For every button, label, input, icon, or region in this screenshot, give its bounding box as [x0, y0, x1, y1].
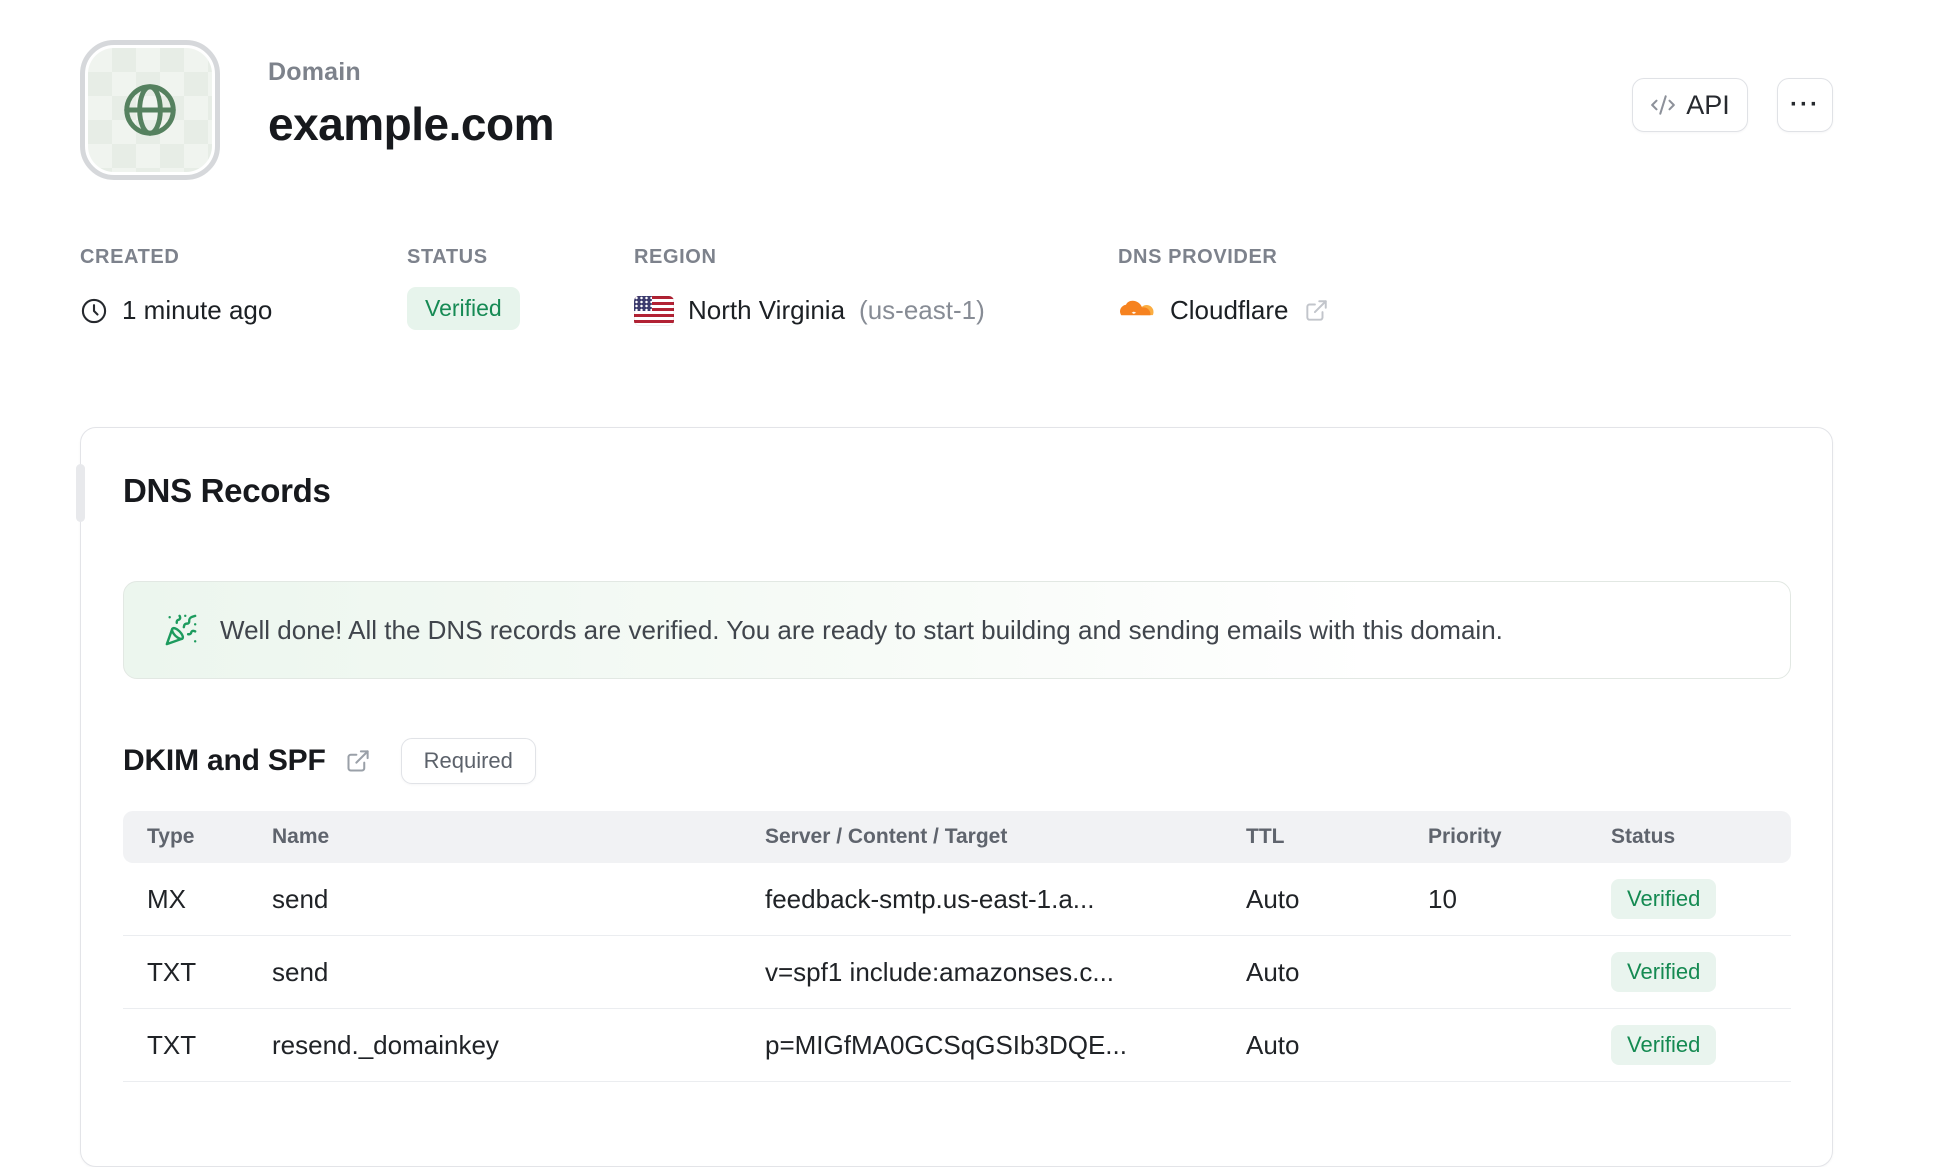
- table-row: TXT send v=spf1 include:amazonses.c... A…: [123, 936, 1791, 1009]
- record-name: resend._domainkey: [272, 1029, 499, 1060]
- avatar-checker-background: [88, 48, 212, 172]
- record-status-badge: Verified: [1611, 952, 1717, 992]
- domain-avatar: [80, 40, 220, 180]
- record-name: send: [272, 883, 329, 914]
- party-popper-icon: [164, 613, 198, 647]
- column-header-name: Name: [272, 825, 330, 848]
- column-header-type: Type: [147, 825, 195, 848]
- domain-meta-row: CREATED 1 minute ago STATUS Verified REG…: [80, 246, 1329, 330]
- column-header-content: Server / Content / Target: [765, 825, 1008, 848]
- external-link-icon[interactable]: [1303, 298, 1329, 324]
- region-name: North Virginia: [688, 295, 846, 325]
- created-label: CREATED: [80, 246, 180, 268]
- required-badge: Required: [400, 738, 536, 784]
- success-banner: Well done! All the DNS records are verif…: [123, 581, 1791, 679]
- table-header-row: Type Name Server / Content / Target TTL …: [123, 811, 1791, 863]
- dkim-spf-title: DKIM and SPF: [123, 744, 326, 777]
- record-type: TXT: [147, 956, 197, 987]
- card-accent-tab: [76, 464, 85, 522]
- meta-region: REGION North Virginia (us-east-1): [634, 246, 1118, 330]
- region-code: (us-east-1): [859, 295, 985, 325]
- dns-records-table: Type Name Server / Content / Target TTL …: [123, 811, 1791, 1082]
- dns-provider-label: DNS PROVIDER: [1118, 246, 1278, 268]
- status-label: STATUS: [407, 246, 488, 268]
- title-block: Domain example.com: [268, 58, 554, 151]
- record-type: TXT: [147, 1029, 197, 1060]
- domain-eyebrow-label: Domain: [268, 58, 361, 86]
- globe-icon: [119, 79, 181, 141]
- meta-dns-provider: DNS PROVIDER Cloudflare: [1118, 246, 1329, 330]
- us-flag-icon: [634, 295, 674, 326]
- dkim-spf-section-head: DKIM and SPF Required: [123, 738, 536, 784]
- record-ttl: Auto: [1246, 956, 1300, 987]
- record-content: v=spf1 include:amazonses.c...: [765, 956, 1115, 987]
- clock-icon: [80, 297, 108, 325]
- api-button[interactable]: API: [1632, 78, 1748, 132]
- record-status-badge: Verified: [1611, 1025, 1717, 1065]
- region-label: REGION: [634, 246, 717, 268]
- column-header-priority: Priority: [1428, 825, 1502, 848]
- record-status-badge: Verified: [1611, 879, 1717, 919]
- api-button-label: API: [1686, 89, 1730, 120]
- success-banner-message: Well done! All the DNS records are verif…: [220, 614, 1503, 645]
- ellipsis-icon: ···: [1790, 91, 1820, 118]
- record-ttl: Auto: [1246, 883, 1300, 914]
- dkim-external-link-icon[interactable]: [344, 748, 371, 775]
- record-type: MX: [147, 883, 186, 914]
- dns-provider-value: Cloudflare: [1170, 295, 1289, 325]
- dns-records-card: DNS Records Well done! All the DNS recor…: [76, 427, 1833, 1167]
- status-badge: Verified: [407, 287, 520, 330]
- record-name: send: [272, 956, 329, 987]
- record-content: feedback-smtp.us-east-1.a...: [765, 883, 1095, 914]
- table-row: TXT resend._domainkey p=MIGfMA0GCSqGSIb3…: [123, 1009, 1791, 1082]
- column-header-status: Status: [1611, 825, 1676, 848]
- record-priority: 10: [1428, 883, 1457, 914]
- record-ttl: Auto: [1246, 1029, 1300, 1060]
- column-header-ttl: TTL: [1246, 825, 1285, 848]
- table-row: MX send feedback-smtp.us-east-1.a... Aut…: [123, 863, 1791, 936]
- meta-created: CREATED 1 minute ago: [80, 246, 407, 330]
- record-content: p=MIGfMA0GCSqGSIb3DQE...: [765, 1029, 1127, 1060]
- dns-records-title: DNS Records: [123, 472, 331, 509]
- page-title: example.com: [268, 98, 554, 150]
- code-icon: [1650, 92, 1676, 118]
- header-actions: API ···: [1632, 78, 1833, 132]
- more-options-button[interactable]: ···: [1777, 78, 1833, 132]
- cloudflare-icon: [1118, 297, 1156, 324]
- meta-status: STATUS Verified: [407, 246, 634, 330]
- created-value: 1 minute ago: [122, 295, 273, 325]
